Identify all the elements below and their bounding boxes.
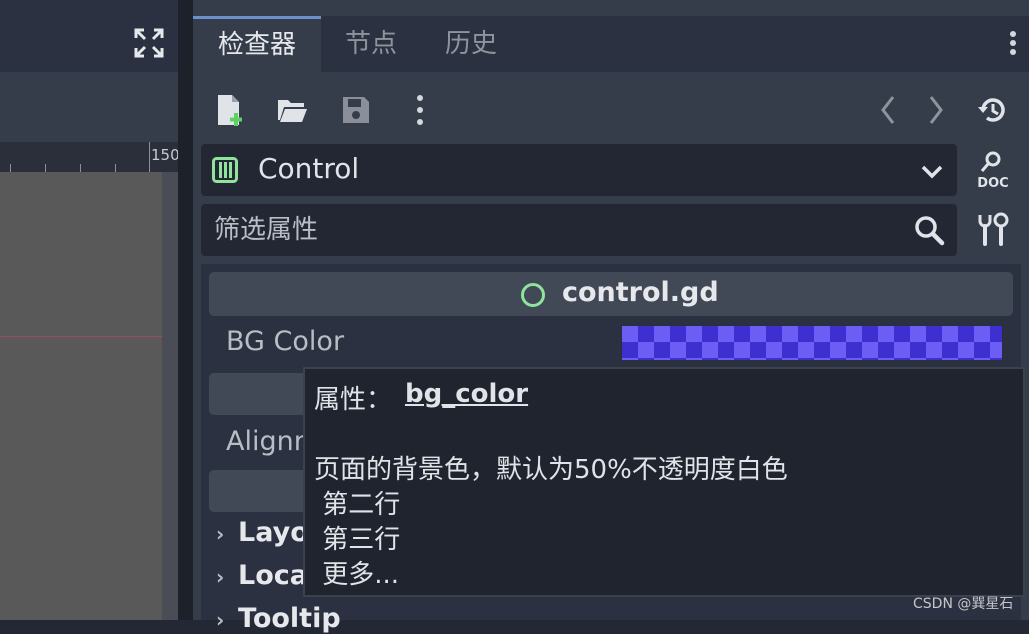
svg-text:DOC: DOC [977,176,1008,190]
section-label: Tooltip [238,603,341,634]
sub-resource-button[interactable] [209,470,309,512]
tooltip-line: 更多... [314,560,400,590]
chevron-down-icon[interactable] [918,160,946,182]
tab-node[interactable]: 节点 [325,16,417,72]
history-forward-icon[interactable] [916,90,956,130]
editor-canvas[interactable] [0,172,162,620]
bg-color-picker[interactable] [622,326,1002,360]
tools-icon[interactable] [976,212,1010,248]
open-folder-icon[interactable] [272,90,312,130]
tab-inspector[interactable]: 检查器 [193,16,321,72]
tab-history[interactable]: 历史 [425,16,517,72]
chevron-right-icon: › [216,608,225,632]
save-icon[interactable] [336,90,376,130]
search-icon [913,214,945,246]
canvas-guide-line [0,336,178,337]
tooltip-line: 第三行 [314,525,401,555]
section-label: Loca [238,560,308,591]
fullscreen-icon[interactable] [134,28,164,58]
horizontal-ruler: 150 [0,142,180,173]
viewport-toolbar [0,72,178,142]
tooltip-prefix: 属性： [314,385,393,415]
class-name: Control [258,152,360,185]
script-name: control.gd [562,277,719,308]
doc-icon[interactable]: DOC [972,150,1014,191]
history-back-icon[interactable] [868,90,908,130]
dock-menu-icon[interactable] [1002,28,1024,64]
bg-color-label: BG Color [226,326,345,357]
new-resource-icon[interactable] [210,90,250,130]
section-layout[interactable]: › Layo [216,517,309,548]
dock-divider[interactable] [178,0,193,620]
tooltip-description: 页面的背景色，默认为50%不透明度白色 [314,455,788,485]
script-icon [521,283,545,307]
tooltip-property-name: bg_color [405,379,529,409]
ruler-label: 150 [151,146,180,164]
section-tooltip[interactable]: › Tooltip [216,603,341,634]
tooltip-line: 第二行 [314,490,401,520]
control-node-icon [212,157,238,183]
watermark: CSDN @巽星石 [913,596,1014,612]
chevron-right-icon: › [216,522,225,546]
filter-properties-input[interactable] [214,210,894,250]
sub-resource-button[interactable] [209,373,309,415]
more-options-icon[interactable] [400,90,440,130]
chevron-right-icon: › [216,565,225,589]
section-label: Layo [238,517,309,548]
canvas-scrollbar[interactable] [162,172,178,620]
recent-history-icon[interactable] [973,90,1013,130]
section-localization[interactable]: › Loca [216,560,308,591]
